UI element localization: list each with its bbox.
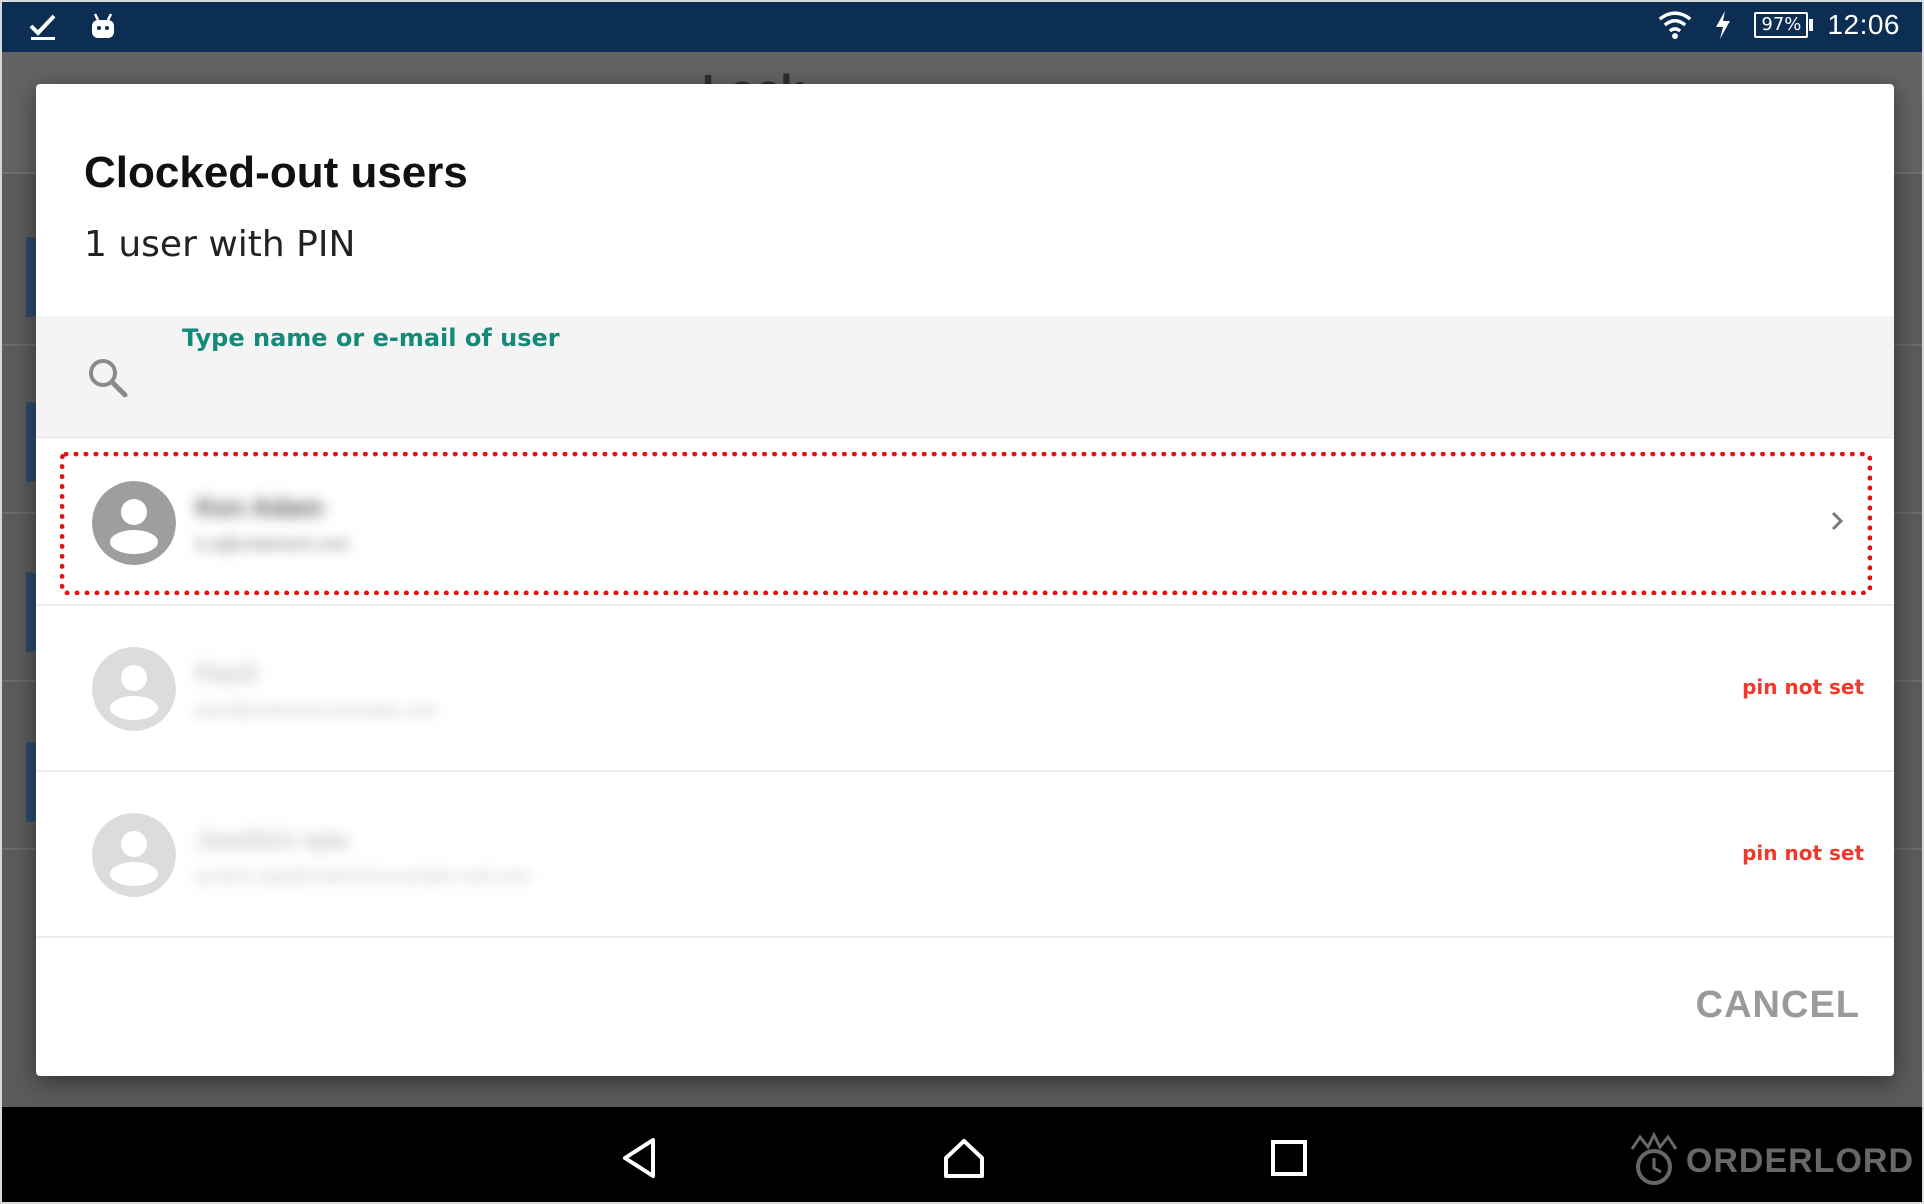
- user-row-3[interactable]: Juodzio opa juodzio.opa@orderlord-exampl…: [36, 772, 1894, 938]
- watermark-text: ORDERLORD: [1685, 1141, 1914, 1180]
- navigation-bar: ORDERLORD: [2, 1107, 1922, 1202]
- user-name: Juodzio opa: [196, 824, 348, 854]
- user-name: Ken Adam: [196, 492, 324, 522]
- chevron-right-icon: [1822, 506, 1852, 536]
- back-icon[interactable]: [614, 1133, 664, 1183]
- cancel-button[interactable]: CANCEL: [1696, 984, 1860, 1027]
- screen-frame: 97% 12:06 Lock Clocked-out users 1 user …: [0, 0, 1924, 1204]
- search-icon: [86, 356, 130, 400]
- status-time: 12:06: [1827, 9, 1900, 40]
- status-bar: 97% 12:06: [2, 2, 1922, 52]
- user-email: pauli@orderlord-example.com: [196, 700, 438, 720]
- recents-icon[interactable]: [1264, 1133, 1314, 1183]
- wifi-icon: [1658, 8, 1692, 42]
- dialog-title: Clocked-out users: [84, 148, 468, 197]
- battery-icon: 97%: [1754, 12, 1814, 38]
- orderlord-watermark: ORDERLORD: [1626, 1131, 1914, 1191]
- search-input[interactable]: [180, 322, 1780, 432]
- crown-clock-logo-icon: [1626, 1131, 1682, 1191]
- avatar-icon: [92, 481, 176, 565]
- pin-status-label: pin not set: [1742, 841, 1864, 865]
- user-row-2[interactable]: Pauli pauli@orderlord-example.com pin no…: [36, 606, 1894, 772]
- user-email: k.a@orderlord.com: [196, 534, 350, 554]
- android-icon: [86, 10, 120, 44]
- battery-level: 97%: [1754, 12, 1809, 38]
- user-row-1[interactable]: Ken Adam k.a@orderlord.com: [36, 440, 1894, 606]
- pin-status-label: pin not set: [1742, 675, 1864, 699]
- user-email: juodzio.opa@orderlord-example-mail.com: [196, 866, 531, 886]
- status-right-icons: 97% 12:06: [1658, 8, 1900, 42]
- dialog-subtitle: 1 user with PIN: [84, 224, 356, 265]
- user-search: Type name or e-mail of user: [36, 316, 1894, 438]
- status-left-icons: [26, 10, 120, 44]
- clocked-out-users-dialog: Clocked-out users 1 user with PIN Type n…: [36, 84, 1894, 1076]
- task-check-icon: [26, 10, 60, 44]
- avatar-icon: [92, 813, 176, 897]
- charging-bolt-icon: [1706, 8, 1740, 42]
- avatar-icon: [92, 647, 176, 731]
- user-name: Pauli: [196, 658, 259, 688]
- home-icon[interactable]: [939, 1133, 989, 1183]
